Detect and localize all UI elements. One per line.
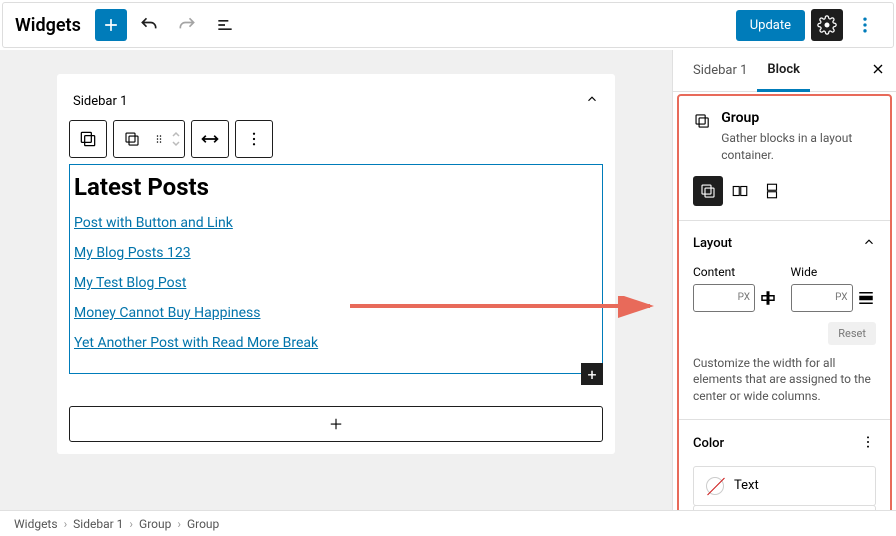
post-link[interactable]: My Test Blog Post (74, 275, 598, 291)
block-type-button[interactable] (70, 121, 106, 157)
list-view-button[interactable] (209, 9, 241, 41)
add-block-appender[interactable] (69, 406, 603, 442)
settings-button[interactable] (811, 9, 843, 41)
update-button[interactable]: Update (736, 10, 805, 41)
color-options-button[interactable] (860, 434, 876, 454)
background-color-button[interactable]: Background (693, 505, 876, 510)
post-link[interactable]: Yet Another Post with Read More Break (74, 335, 598, 351)
undo-button[interactable] (133, 9, 165, 41)
content-width-input[interactable] (693, 284, 755, 312)
more-options-button[interactable] (849, 9, 881, 41)
select-parent-button[interactable] (114, 121, 150, 157)
justify-center-icon[interactable] (759, 289, 777, 307)
post-link[interactable]: Money Cannot Buy Happiness (74, 305, 598, 321)
block-heading: Latest Posts (74, 173, 598, 201)
top-toolbar: Widgets Update (2, 2, 894, 48)
redo-button[interactable] (171, 9, 203, 41)
color-panel-title: Color (693, 436, 724, 451)
collapse-icon[interactable] (862, 235, 876, 253)
justify-wide-icon[interactable] (857, 289, 875, 307)
wide-width-label: Wide (791, 265, 877, 279)
layout-note: Customize the width for all elements tha… (693, 355, 876, 405)
block-options-button[interactable] (236, 121, 272, 157)
breadcrumb-item[interactable]: Group (139, 517, 171, 531)
close-inspector-button[interactable] (870, 61, 886, 81)
move-buttons[interactable] (168, 121, 184, 157)
drag-handle[interactable] (150, 121, 168, 157)
text-color-button[interactable]: Text (693, 466, 876, 506)
reset-button[interactable]: Reset (828, 322, 876, 345)
group-icon (693, 110, 711, 132)
layout-panel-title: Layout (693, 236, 732, 251)
widget-area: Sidebar 1 Latest Posts Post with Button … (57, 74, 615, 454)
variation-stack-button[interactable] (757, 176, 787, 206)
block-description: Gather blocks in a layout container. (721, 130, 876, 164)
block-name: Group (721, 110, 876, 126)
post-link[interactable]: Post with Button and Link (74, 215, 598, 231)
collapse-icon[interactable] (585, 92, 599, 110)
empty-swatch-icon (706, 477, 724, 495)
breadcrumb: Widgets› Sidebar 1› Group› Group (0, 510, 896, 536)
post-link[interactable]: My Blog Posts 123 (74, 245, 598, 261)
editor-canvas: Sidebar 1 Latest Posts Post with Button … (0, 50, 672, 510)
block-toolbar (69, 120, 603, 158)
wide-width-input[interactable] (791, 284, 853, 312)
tab-sidebar[interactable]: Sidebar 1 (683, 50, 757, 92)
variation-group-button[interactable] (693, 176, 723, 206)
tab-block[interactable]: Block (757, 50, 810, 92)
insert-block-button[interactable]: + (581, 363, 603, 385)
variation-row-button[interactable] (725, 176, 755, 206)
breadcrumb-item[interactable]: Widgets (14, 517, 58, 531)
breadcrumb-item[interactable]: Group (187, 517, 219, 531)
breadcrumb-item[interactable]: Sidebar 1 (73, 517, 123, 531)
widget-area-title: Sidebar 1 (73, 94, 127, 109)
page-title: Widgets (15, 15, 81, 36)
content-width-label: Content (693, 265, 779, 279)
transform-button[interactable] (192, 121, 228, 157)
add-block-button[interactable] (95, 9, 127, 41)
group-block[interactable]: Latest Posts Post with Button and Link M… (69, 164, 603, 374)
inspector-sidebar: Sidebar 1 Block Group Gather blocks in a… (672, 50, 896, 510)
